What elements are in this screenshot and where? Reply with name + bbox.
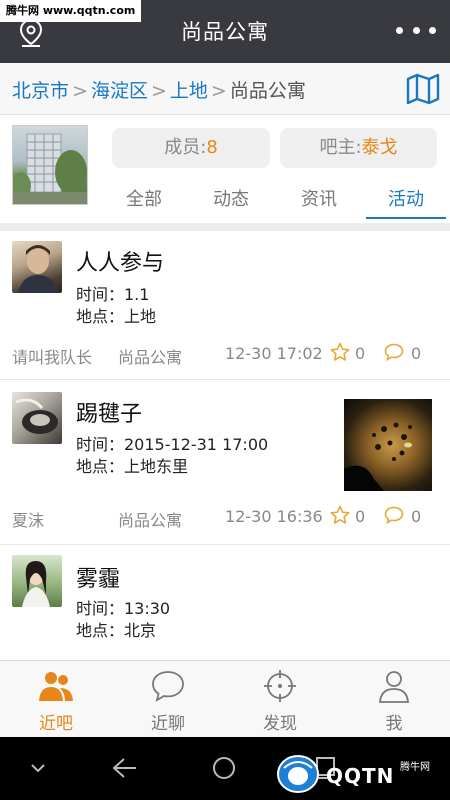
post-place: 地点：北京: [76, 621, 157, 640]
chat-bubble-icon: [152, 671, 184, 702]
breadcrumb-current: 尚品公寓: [229, 80, 306, 102]
post-author[interactable]: 夏沫: [12, 507, 44, 531]
group-header: 成员:8 吧主:泰戈 全部 动态 资讯 活动: [0, 115, 450, 223]
nav-nearby-chat[interactable]: 近聊: [112, 661, 224, 738]
watermark-logo-icon: [277, 755, 319, 793]
post-group[interactable]: 尚品公寓: [118, 507, 182, 531]
members-count-pill[interactable]: 成员:8: [112, 128, 270, 168]
nav-label: 近吧: [39, 714, 73, 734]
comment-count: 0: [411, 507, 422, 526]
crosshair-icon: [264, 670, 296, 702]
nav-label: 近聊: [151, 714, 185, 734]
leopard-image: [344, 422, 412, 491]
star-icon[interactable]: [330, 342, 350, 362]
post-timestamp: 12-30 17:02: [225, 344, 323, 363]
breadcrumb-bar: 北京市 > 海淀区 > 上地 > 尚品公寓: [0, 63, 450, 115]
author-avatar[interactable]: [12, 241, 62, 293]
post-image[interactable]: [344, 399, 432, 491]
post-time: 时间：2015-12-31 17:00: [76, 435, 269, 454]
breadcrumb-area[interactable]: 上地: [170, 80, 208, 102]
post-place: 地点：上地: [76, 307, 157, 326]
back-arrow-icon[interactable]: [112, 757, 138, 779]
author-avatar[interactable]: [12, 555, 62, 607]
activity-post[interactable]: 雾霾 时间：13:30 地点：北京: [0, 545, 450, 660]
breadcrumb-separator: >: [210, 80, 227, 102]
bottom-tab-bar: 近吧 近聊 发现 我: [0, 660, 450, 737]
post-time: 时间：13:30: [76, 599, 171, 618]
feed-tabs: 全部 动态 资讯 活动: [100, 185, 450, 221]
like-count: 0: [355, 507, 366, 526]
avatar-image: [18, 245, 58, 293]
breadcrumb-separator: >: [72, 80, 88, 102]
tab-activities[interactable]: 活动: [366, 185, 446, 219]
activity-post[interactable]: 人人参与 时间：1.1 地点：上地 请叫我队长 尚品公寓 12-30 17:02…: [0, 231, 450, 379]
nav-discover[interactable]: 发现: [224, 661, 336, 738]
post-meta: 夏沫 尚品公寓 12-30 16:36 0 0: [12, 505, 438, 537]
author-avatar[interactable]: [12, 392, 62, 444]
map-icon[interactable]: [406, 73, 440, 105]
post-meta: 请叫我队长 尚品公寓 12-30 17:02 0 0: [12, 342, 438, 374]
post-group[interactable]: 尚品公寓: [118, 344, 182, 368]
members-label: 成员:: [164, 137, 207, 158]
person-icon: [379, 671, 409, 703]
tab-all[interactable]: 全部: [104, 185, 184, 219]
breadcrumb-district[interactable]: 海淀区: [91, 80, 148, 102]
tab-updates[interactable]: 动态: [191, 185, 271, 219]
section-divider: [0, 223, 450, 231]
owner-label: 吧主:: [319, 137, 362, 158]
nav-label: 发现: [263, 714, 297, 734]
breadcrumb: 北京市 > 海淀区 > 上地 > 尚品公寓: [12, 76, 306, 103]
watermark-bottom: QQTN 腾牛网: [270, 752, 450, 798]
owner-value: 泰戈: [361, 137, 398, 158]
comment-count: 0: [411, 344, 422, 363]
watermark-small: 腾牛网: [400, 762, 430, 773]
nav-nearby-groups[interactable]: 近吧: [0, 661, 112, 738]
post-author[interactable]: 请叫我队长: [12, 344, 92, 368]
watermark-top: 腾牛网 www.qqtn.com: [0, 0, 142, 22]
post-place: 地点：上地东里: [76, 457, 189, 476]
nav-me[interactable]: 我: [338, 661, 450, 738]
post-title[interactable]: 人人参与: [76, 245, 164, 277]
chevron-down-icon[interactable]: [30, 762, 46, 774]
home-circle-icon[interactable]: [212, 756, 236, 780]
nav-label: 我: [385, 714, 403, 734]
post-time: 时间：1.1: [76, 285, 150, 304]
comment-icon[interactable]: [384, 506, 404, 524]
people-icon: [39, 672, 73, 701]
tab-news[interactable]: 资讯: [279, 185, 359, 219]
members-value: 8: [206, 137, 218, 158]
post-timestamp: 12-30 16:36: [225, 507, 323, 526]
breadcrumb-separator: >: [150, 80, 167, 102]
avatar-image: [15, 398, 58, 434]
breadcrumb-city[interactable]: 北京市: [12, 80, 69, 102]
like-count: 0: [355, 344, 366, 363]
avatar-image: [22, 561, 50, 607]
post-title[interactable]: 踢毽子: [76, 396, 142, 428]
star-icon[interactable]: [330, 505, 350, 525]
building-image: [13, 133, 87, 204]
more-options-icon[interactable]: [396, 20, 436, 40]
owner-pill[interactable]: 吧主:泰戈: [280, 128, 437, 168]
watermark-brand: QQTN: [326, 764, 395, 788]
comment-icon[interactable]: [384, 343, 404, 361]
group-avatar[interactable]: [12, 125, 88, 205]
post-title[interactable]: 雾霾: [76, 561, 120, 593]
